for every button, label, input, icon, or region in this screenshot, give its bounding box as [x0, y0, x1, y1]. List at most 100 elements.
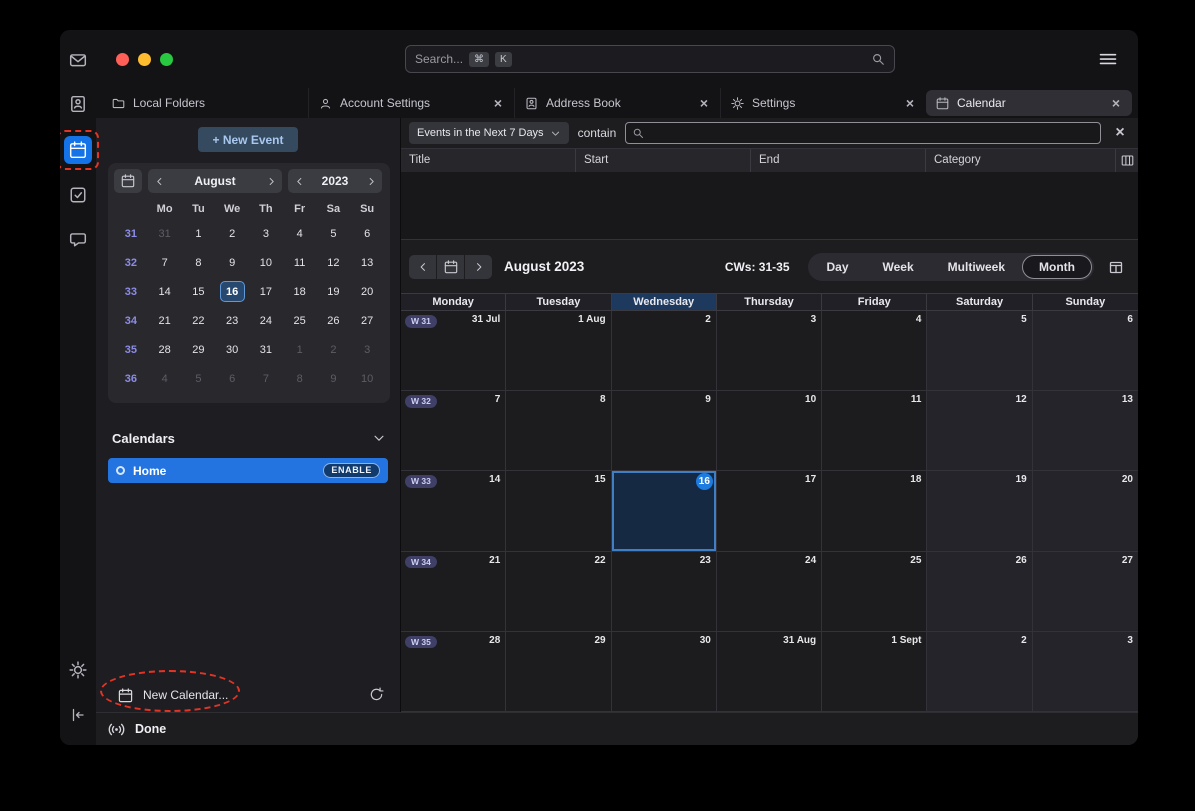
- tab-account-settings[interactable]: Account Settings ×: [308, 88, 514, 118]
- month-day-cell[interactable]: 16: [612, 471, 717, 551]
- mini-day-cell[interactable]: 8: [182, 248, 216, 277]
- tab-address-book[interactable]: Address Book ×: [514, 88, 720, 118]
- previous-month-button[interactable]: [148, 169, 170, 193]
- column-header-category[interactable]: Category: [926, 149, 1116, 172]
- mini-day-cell[interactable]: 8: [283, 364, 317, 393]
- tab-calendar[interactable]: Calendar ×: [926, 90, 1132, 116]
- month-day-cell[interactable]: 9: [612, 391, 717, 471]
- mini-calendar-today-button[interactable]: [114, 169, 142, 193]
- month-day-cell[interactable]: W 3421: [401, 552, 506, 632]
- mini-day-cell[interactable]: 18: [283, 277, 317, 306]
- mini-day-cell[interactable]: 31: [249, 335, 283, 364]
- month-day-cell[interactable]: 3: [717, 311, 822, 391]
- view-tab-multiweek[interactable]: Multiweek: [931, 255, 1022, 279]
- collapse-sidebar-button[interactable]: [64, 701, 92, 729]
- month-day-cell[interactable]: 13: [1033, 391, 1138, 471]
- previous-period-button[interactable]: [409, 255, 436, 279]
- mini-day-cell[interactable]: 23: [215, 306, 249, 335]
- tab-close-button[interactable]: ×: [698, 96, 710, 110]
- address-book-space-button[interactable]: [64, 90, 92, 118]
- mini-day-cell[interactable]: 3: [350, 335, 384, 364]
- tasks-space-button[interactable]: [64, 181, 92, 209]
- mini-day-cell[interactable]: 22: [182, 306, 216, 335]
- view-tab-day[interactable]: Day: [810, 255, 866, 279]
- mini-day-cell[interactable]: 15: [182, 277, 216, 306]
- mini-day-cell[interactable]: 5: [317, 219, 351, 248]
- month-day-cell[interactable]: 25: [822, 552, 927, 632]
- month-day-cell[interactable]: 1 Sept: [822, 632, 927, 712]
- tab-settings[interactable]: Settings ×: [720, 88, 926, 118]
- view-tab-month[interactable]: Month: [1022, 255, 1092, 279]
- previous-year-button[interactable]: [288, 169, 310, 193]
- mini-month-label[interactable]: August: [170, 169, 260, 193]
- mini-day-cell[interactable]: 6: [350, 219, 384, 248]
- mini-day-cell[interactable]: 11: [283, 248, 317, 277]
- tab-close-button[interactable]: ×: [492, 96, 504, 110]
- tab-close-button[interactable]: ×: [1110, 96, 1122, 110]
- mini-day-cell[interactable]: 9: [215, 248, 249, 277]
- mini-day-cell[interactable]: 19: [317, 277, 351, 306]
- mini-day-cell[interactable]: 25: [283, 306, 317, 335]
- tab-local-folders[interactable]: Local Folders: [102, 88, 308, 118]
- month-day-cell[interactable]: 8: [506, 391, 611, 471]
- month-day-cell[interactable]: 30: [612, 632, 717, 712]
- global-search-bar[interactable]: Search... ⌘ K: [405, 45, 895, 73]
- month-day-cell[interactable]: 23: [612, 552, 717, 632]
- month-day-cell[interactable]: 2: [612, 311, 717, 391]
- mini-day-cell[interactable]: 29: [182, 335, 216, 364]
- settings-button[interactable]: [64, 656, 92, 684]
- column-picker-button[interactable]: [1116, 149, 1138, 172]
- mini-day-cell[interactable]: 13: [350, 248, 384, 277]
- next-year-button[interactable]: [360, 169, 382, 193]
- close-window-button[interactable]: [116, 53, 129, 66]
- month-day-cell[interactable]: 3: [1033, 632, 1138, 712]
- mini-day-cell[interactable]: 1: [182, 219, 216, 248]
- column-header-title[interactable]: Title: [401, 149, 576, 172]
- mini-day-cell[interactable]: 27: [350, 306, 384, 335]
- mini-day-cell[interactable]: 2: [317, 335, 351, 364]
- mail-space-button[interactable]: [64, 46, 92, 74]
- month-day-cell[interactable]: W 3314: [401, 471, 506, 551]
- calendar-list-item-home[interactable]: Home ENABLE: [108, 458, 388, 483]
- month-day-cell[interactable]: 29: [506, 632, 611, 712]
- mini-day-cell[interactable]: 10: [350, 364, 384, 393]
- mini-day-cell[interactable]: 4: [148, 364, 182, 393]
- app-menu-button[interactable]: [1098, 49, 1118, 74]
- month-day-cell[interactable]: 31 Aug: [717, 632, 822, 712]
- month-day-cell[interactable]: 1 Aug: [506, 311, 611, 391]
- month-day-cell[interactable]: 19: [927, 471, 1032, 551]
- month-day-cell[interactable]: 22: [506, 552, 611, 632]
- rotate-view-button[interactable]: [1108, 259, 1124, 275]
- next-month-button[interactable]: [260, 169, 282, 193]
- zoom-window-button[interactable]: [160, 53, 173, 66]
- mini-day-cell[interactable]: 16: [215, 277, 249, 306]
- mini-day-cell[interactable]: 4: [283, 219, 317, 248]
- mini-day-cell[interactable]: 31: [148, 219, 182, 248]
- month-day-cell[interactable]: 5: [927, 311, 1032, 391]
- new-calendar-button[interactable]: New Calendar...: [96, 678, 400, 712]
- calendars-section-header[interactable]: Calendars: [112, 426, 386, 450]
- month-day-cell[interactable]: W 3528: [401, 632, 506, 712]
- event-search-input[interactable]: [650, 126, 1094, 140]
- month-day-cell[interactable]: W 3131 Jul: [401, 311, 506, 391]
- close-filter-button[interactable]: ×: [1110, 125, 1130, 141]
- month-day-cell[interactable]: 2: [927, 632, 1032, 712]
- event-filter-dropdown[interactable]: Events in the Next 7 Days: [409, 122, 569, 144]
- mini-day-cell[interactable]: 2: [215, 219, 249, 248]
- month-day-cell[interactable]: 10: [717, 391, 822, 471]
- chevron-down-icon[interactable]: [372, 431, 386, 445]
- view-tab-week[interactable]: Week: [866, 255, 931, 279]
- month-day-cell[interactable]: W 327: [401, 391, 506, 471]
- enable-badge[interactable]: ENABLE: [323, 463, 380, 478]
- month-day-cell[interactable]: 24: [717, 552, 822, 632]
- calendar-space-button[interactable]: [64, 136, 92, 164]
- minimize-window-button[interactable]: [138, 53, 151, 66]
- mini-day-cell[interactable]: 7: [249, 364, 283, 393]
- mini-year-label[interactable]: 2023: [310, 169, 360, 193]
- mini-day-cell[interactable]: 26: [317, 306, 351, 335]
- event-search-field[interactable]: [625, 122, 1101, 144]
- new-event-button[interactable]: + New Event: [198, 127, 298, 152]
- month-day-cell[interactable]: 11: [822, 391, 927, 471]
- month-day-cell[interactable]: 15: [506, 471, 611, 551]
- column-header-end[interactable]: End: [751, 149, 926, 172]
